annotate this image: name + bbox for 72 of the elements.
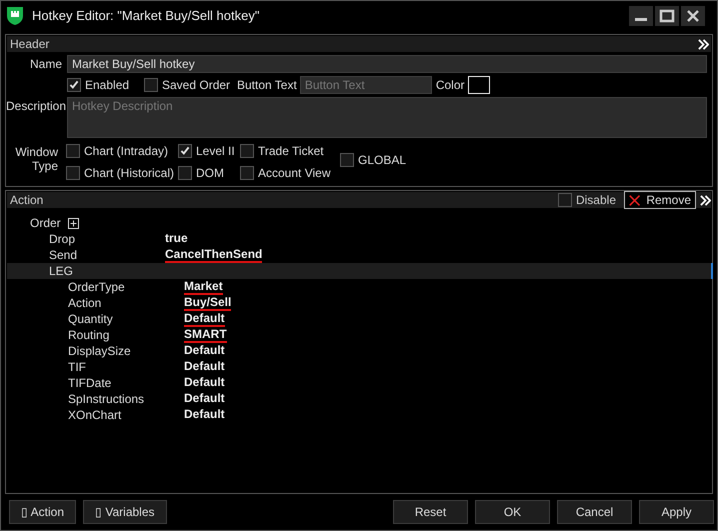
- footer-button[interactable]: Apply: [639, 500, 714, 524]
- footer-button[interactable]: ▯ Variables: [83, 500, 167, 524]
- property-value[interactable]: Default: [184, 392, 225, 406]
- shield-icon: [6, 6, 24, 26]
- property-value[interactable]: Default: [184, 376, 225, 390]
- color-swatch[interactable]: [468, 76, 490, 94]
- property-value[interactable]: SMART: [184, 328, 227, 342]
- tree-item-label[interactable]: Routing: [68, 328, 184, 342]
- property-value[interactable]: Default: [184, 408, 225, 422]
- property-value[interactable]: Market: [184, 280, 223, 294]
- cross-icon: [629, 194, 640, 206]
- selection-marker: [711, 263, 713, 279]
- section-title: Action: [10, 193, 44, 207]
- checkbox[interactable]: [67, 78, 81, 92]
- checkbox-label: Enabled: [85, 78, 130, 92]
- checkbox[interactable]: [240, 166, 254, 180]
- footer-button[interactable]: OK: [475, 500, 550, 524]
- tree-item-label[interactable]: Drop: [49, 232, 165, 246]
- footer-button[interactable]: Reset: [393, 500, 468, 524]
- tree-item-label[interactable]: Send: [49, 248, 165, 262]
- checkbox-label: Chart (Intraday): [84, 144, 168, 158]
- checkbox[interactable]: [340, 153, 354, 167]
- checkbox[interactable]: [178, 144, 192, 158]
- tree-item-label[interactable]: OrderType: [68, 280, 184, 294]
- tree-item-label[interactable]: SpInstructions: [68, 392, 184, 406]
- plus-icon[interactable]: [68, 218, 79, 228]
- checkbox-label: Disable: [576, 193, 616, 207]
- name-field[interactable]: Market Buy/Sell hotkey: [67, 55, 707, 73]
- button-text-field[interactable]: Button Text: [300, 76, 432, 94]
- minimize-icon[interactable]: [629, 6, 653, 26]
- property-value[interactable]: Default: [184, 312, 225, 326]
- checkbox[interactable]: [144, 78, 158, 92]
- checkbox-label: Saved Order: [162, 78, 230, 92]
- field-label: Window Type: [14, 145, 59, 173]
- property-value[interactable]: Default: [184, 360, 225, 374]
- tree-item-label[interactable]: XOnChart: [68, 408, 184, 422]
- property-value[interactable]: Buy/Sell: [184, 296, 232, 310]
- remove-button[interactable]: Remove: [624, 191, 696, 209]
- checkbox[interactable]: [240, 144, 254, 158]
- close-icon[interactable]: [681, 6, 705, 26]
- field-label: Name: [28, 56, 63, 73]
- window-title: Hotkey Editor: "Market Buy/Sell hotkey": [32, 8, 260, 23]
- maximize-icon[interactable]: [655, 6, 679, 26]
- checkbox-label: Account View: [258, 166, 330, 180]
- checkbox-label: DOM: [196, 166, 224, 180]
- checkbox-label: Level II: [196, 144, 235, 158]
- selected-tree-row[interactable]: LEG: [7, 263, 711, 279]
- checkbox[interactable]: [66, 144, 80, 158]
- description-field[interactable]: Hotkey Description: [67, 97, 707, 138]
- property-value[interactable]: true: [165, 232, 188, 246]
- tree-item-label[interactable]: Action: [68, 296, 184, 310]
- field-label: Button Text: [237, 78, 297, 92]
- property-value[interactable]: Default: [184, 344, 225, 358]
- checkbox-label: Chart (Historical): [84, 166, 174, 180]
- field-label: Color: [436, 78, 465, 92]
- checkbox-label: GLOBAL: [358, 153, 406, 167]
- checkbox-label: Trade Ticket: [258, 144, 324, 158]
- footer-button[interactable]: ▯ Action: [9, 500, 76, 524]
- tree-item-label[interactable]: TIFDate: [68, 376, 184, 390]
- chevrons-right-icon[interactable]: [698, 38, 709, 50]
- tree-item-label[interactable]: DisplaySize: [68, 344, 184, 358]
- tree-item-label[interactable]: Order: [30, 216, 146, 230]
- checkbox[interactable]: [558, 193, 572, 207]
- field-label: Description: [6, 98, 67, 115]
- checkbox[interactable]: [66, 166, 80, 180]
- section-title: Header: [10, 37, 50, 51]
- tree-item-label[interactable]: TIF: [68, 360, 184, 374]
- checkbox[interactable]: [178, 166, 192, 180]
- tree-item-label[interactable]: LEG: [49, 264, 165, 278]
- chevrons-right-icon[interactable]: [700, 194, 711, 206]
- footer-button[interactable]: Cancel: [557, 500, 632, 524]
- tree-item-label[interactable]: Quantity: [68, 312, 184, 326]
